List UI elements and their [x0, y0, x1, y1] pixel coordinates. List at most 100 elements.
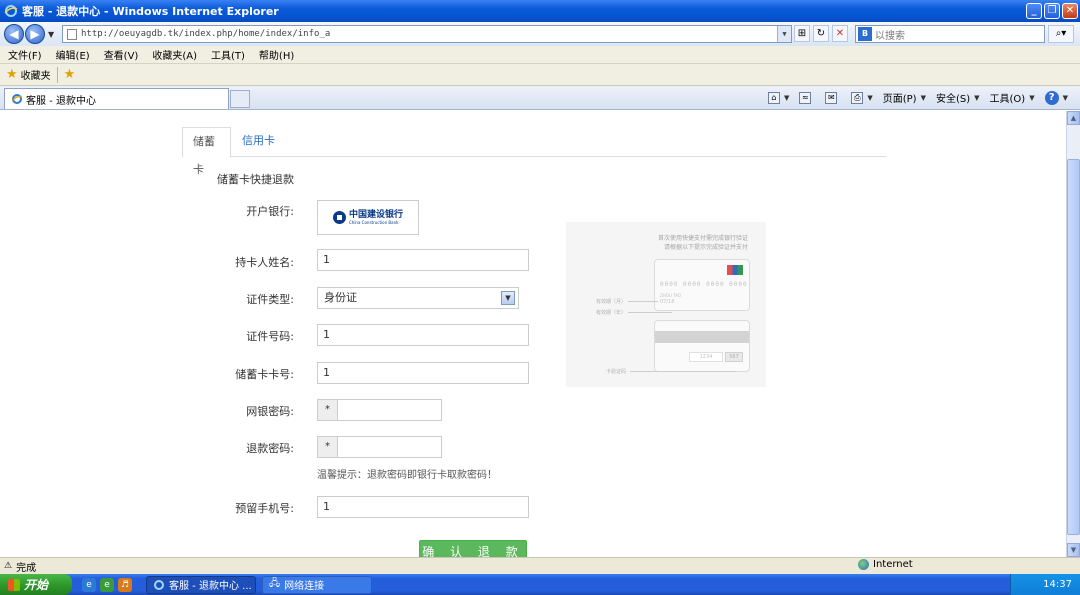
tools-menu[interactable]: 工具(O): [990, 90, 1026, 105]
taskbar-ie-label: 客服 - 退款中心 ...: [169, 581, 252, 592]
minimize-button[interactable]: _: [1026, 3, 1042, 19]
search-input[interactable]: B 以搜索: [855, 25, 1045, 43]
ie-quicklaunch-icon[interactable]: e: [82, 577, 96, 592]
card-front: 0000 0000 0000 0000 ZHOU TAO 07/18: [654, 259, 750, 311]
bank-name-cn: 中国建设银行: [348, 209, 403, 220]
favorites-star-icon: ★: [6, 67, 18, 82]
compat-view-icon[interactable]: ⊞: [794, 25, 810, 42]
card-type-tabs: 储蓄卡 信用卡: [182, 127, 886, 176]
zone-text: Internet: [873, 559, 913, 570]
browser-quicklaunch-icon[interactable]: e: [100, 577, 114, 592]
page-content: 储蓄卡 信用卡 储蓄卡快捷退款 开户银行: 中国建设银行 China Const…: [0, 111, 1066, 557]
print-dropdown-icon[interactable]: ▼: [867, 94, 872, 102]
exp-year-label: 有效期（年）: [596, 310, 627, 316]
card-help-line1: 首次使用快捷支付需完成银行验证: [657, 235, 748, 242]
globe-icon: [858, 559, 869, 570]
scroll-up-icon[interactable]: ▲: [1067, 111, 1080, 125]
url-field[interactable]: http://oeuyagdb.tk/index.php/home/index/…: [62, 25, 792, 43]
exp-month-label: 有效期（月）: [596, 299, 627, 305]
network-icon: 🖧: [269, 578, 281, 589]
maximize-button[interactable]: ❐: [1044, 3, 1060, 19]
ie-task-icon: [154, 579, 164, 590]
ie-tab-icon: [11, 94, 23, 104]
tools-dropdown-icon[interactable]: ▼: [1029, 94, 1034, 102]
scroll-thumb[interactable]: [1067, 159, 1080, 535]
new-tab-button[interactable]: [230, 90, 250, 108]
url-dropdown-icon[interactable]: ▼: [777, 26, 791, 42]
phone-label: 预留手机号:: [235, 502, 294, 515]
search-button[interactable]: ⌕▾: [1048, 25, 1074, 43]
stop-icon[interactable]: ✕: [832, 25, 848, 42]
refresh-icon[interactable]: ↻: [813, 25, 829, 42]
menu-help[interactable]: 帮助(H): [259, 47, 294, 62]
home-dropdown-icon[interactable]: ▼: [784, 94, 789, 102]
netpwd-label: 网银密码:: [246, 405, 294, 418]
start-button[interactable]: 开始: [0, 574, 72, 595]
page-menu[interactable]: 页面(P): [883, 90, 917, 105]
menu-favorites[interactable]: 收藏夹(A): [152, 47, 197, 62]
cvv-label: 卡验证码: [606, 369, 627, 375]
idnum-label: 证件号码:: [246, 330, 294, 343]
taskbar-ie-window[interactable]: 客服 - 退款中心 ...: [146, 575, 256, 594]
search-provider-icon: B: [858, 27, 872, 41]
scroll-down-icon[interactable]: ▼: [1067, 543, 1080, 557]
card-exp-sample: 07/18: [660, 299, 675, 305]
taskbar-network-window[interactable]: 🖧 网络连接: [262, 575, 372, 594]
idtype-select[interactable]: 身份证 ▼: [317, 287, 519, 309]
id-number-input[interactable]: 1: [317, 324, 529, 346]
add-favorite-icon[interactable]: ★: [64, 67, 76, 82]
card-number-input[interactable]: 1: [317, 362, 529, 384]
help-icon[interactable]: ?: [1044, 90, 1059, 105]
menu-edit[interactable]: 编辑(E): [56, 47, 90, 62]
idtype-label: 证件类型:: [246, 293, 294, 306]
history-dropdown-icon[interactable]: ▼: [48, 30, 54, 39]
taskbar: 开始 e e ♬ 客服 - 退款中心 ... 🖧 网络连接 14:37: [0, 574, 1080, 595]
chevron-down-icon[interactable]: ▼: [501, 291, 515, 305]
url-text: http://oeuyagdb.tk/index.php/home/index/…: [81, 29, 331, 39]
feeds-icon[interactable]: ≈: [799, 91, 812, 104]
card-back: 1234 567: [654, 320, 750, 372]
browser-tab-active[interactable]: 客服 - 退款中心: [4, 88, 229, 109]
cvv-sample: 567: [725, 352, 743, 362]
taskbar-network-label: 网络连接: [284, 581, 325, 592]
system-tray: 14:37: [1010, 574, 1080, 595]
tab-debit-card[interactable]: 储蓄卡: [182, 127, 231, 176]
menu-tools[interactable]: 工具(T): [211, 47, 245, 62]
address-bar: ◀ ▶ ▼ http://oeuyagdb.tk/index.php/home/…: [0, 22, 1080, 46]
security-zone[interactable]: Internet: [858, 559, 913, 570]
refund-password-field[interactable]: *: [317, 436, 442, 458]
password-prefix: *: [318, 437, 338, 457]
home-icon[interactable]: ⌂: [767, 91, 780, 104]
mail-icon[interactable]: ✉: [825, 91, 838, 104]
leader-line: [630, 371, 736, 372]
confirm-refund-button[interactable]: 确 认 退 款: [419, 540, 527, 557]
vertical-scrollbar[interactable]: ▲ ▼: [1066, 111, 1080, 557]
safety-menu[interactable]: 安全(S): [936, 90, 970, 105]
card-number-sample: 0000 0000 0000 0000: [660, 281, 748, 288]
card-help-illustration: 首次使用快捷支付需完成银行验证 请根据以下提示完成验证并支付 0000 0000 …: [566, 222, 766, 387]
close-button[interactable]: ✕: [1062, 3, 1078, 19]
status-bar: ⚠ 完成 Internet: [0, 557, 1080, 574]
tab-credit-card[interactable]: 信用卡: [232, 127, 285, 158]
page-dropdown-icon[interactable]: ▼: [921, 94, 926, 102]
idtype-value: 身份证: [324, 291, 357, 304]
phone-input[interactable]: 1: [317, 496, 529, 518]
clock[interactable]: 14:37: [1043, 579, 1072, 590]
bank-label: 开户银行:: [246, 205, 294, 218]
print-icon[interactable]: ⎙: [851, 91, 864, 104]
menu-view[interactable]: 查看(V): [104, 47, 139, 62]
favorites-button[interactable]: 收藏夹: [21, 67, 51, 82]
refundpwd-label: 退款密码:: [246, 442, 294, 455]
help-dropdown-icon[interactable]: ▼: [1063, 94, 1068, 102]
forward-button[interactable]: ▶: [25, 24, 45, 44]
refund-tip: 温馨提示：退款密码即银行卡取款密码！: [317, 470, 497, 481]
holder-name-input[interactable]: 1: [317, 249, 529, 271]
safety-dropdown-icon[interactable]: ▼: [974, 94, 979, 102]
bank-name-en: China Construction Bank: [348, 219, 399, 225]
menu-file[interactable]: 文件(F): [8, 47, 42, 62]
app-quicklaunch-icon[interactable]: ♬: [118, 577, 132, 592]
net-password-field[interactable]: *: [317, 399, 442, 421]
card-help-text: 首次使用快捷支付需完成银行验证 请根据以下提示完成验证并支付: [658, 234, 748, 252]
back-button[interactable]: ◀: [4, 24, 24, 44]
quick-launch: e e ♬: [82, 577, 132, 592]
